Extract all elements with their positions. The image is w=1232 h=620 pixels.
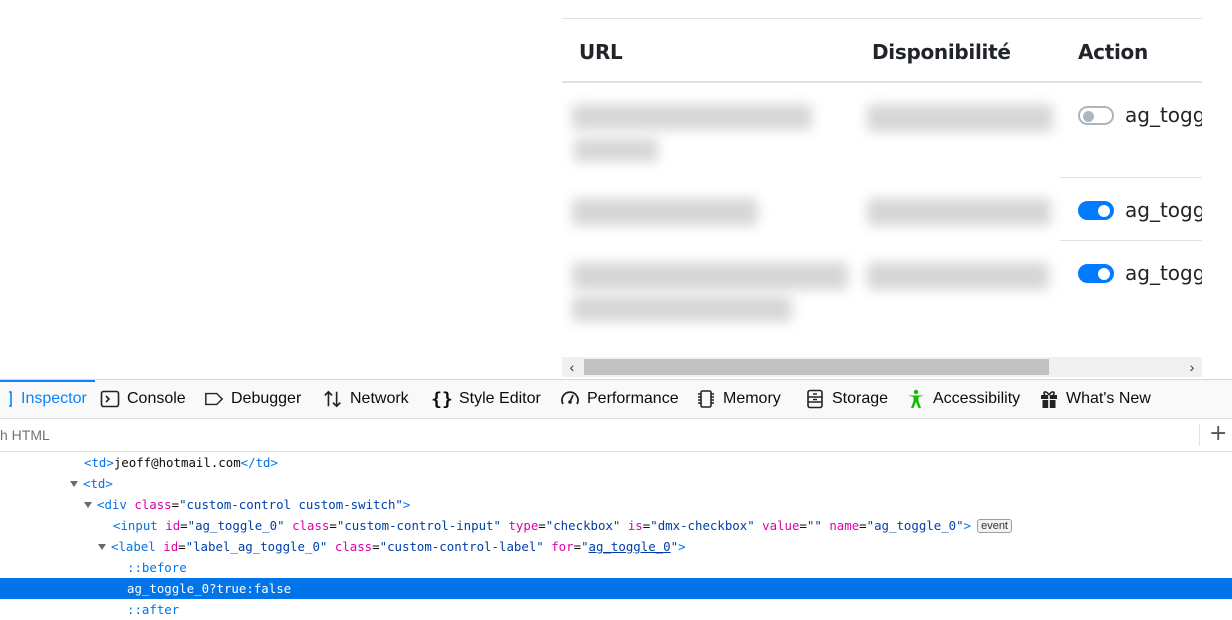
scroll-left-arrow[interactable]: ‹ — [562, 357, 582, 377]
expand-triangle-icon[interactable] — [98, 544, 106, 550]
tree-node-before-pseudo[interactable]: ::before — [0, 557, 1232, 578]
expand-triangle-icon[interactable] — [70, 481, 78, 487]
tab-accessibility[interactable]: Accessibility — [906, 380, 1020, 418]
tree-node-label[interactable]: <label id="label_ag_toggle_0" class="cus… — [0, 536, 1232, 557]
tab-label: Console — [127, 390, 186, 407]
blurred-url — [572, 104, 812, 130]
switch-knob — [1098, 267, 1110, 280]
tab-label: Style Editor — [459, 390, 541, 407]
search-html-placeholder[interactable]: h HTML — [0, 427, 50, 443]
column-header-disponibilite: Disponibilité — [872, 40, 1011, 64]
tab-network[interactable]: Network — [323, 380, 409, 418]
tab-whats-new[interactable]: What's New — [1039, 380, 1151, 418]
url-table: URL Disponibilité Action ag_togg ag_togg… — [562, 18, 1202, 378]
tab-inspector[interactable]: Inspector — [0, 380, 95, 418]
performance-icon — [560, 389, 580, 409]
tab-console[interactable]: Console — [100, 380, 186, 418]
column-header-url: URL — [579, 40, 623, 64]
tab-style-editor[interactable]: {} Style Editor — [431, 380, 541, 418]
table-top-border — [562, 18, 1202, 19]
tab-label: Storage — [832, 390, 889, 407]
tab-label: Inspector — [21, 390, 87, 407]
horizontal-scrollbar[interactable]: ‹ › — [562, 357, 1202, 377]
tree-node-td-email[interactable]: <td>jeoff@hotmail.com</td> — [0, 452, 1232, 473]
accessibility-icon — [906, 389, 926, 409]
for-attribute-link[interactable]: ag_toggle_0 — [589, 539, 671, 554]
tab-label: Performance — [587, 390, 679, 407]
blurred-availability — [867, 104, 1053, 132]
add-node-icon[interactable]: + — [1209, 422, 1227, 446]
tab-label: Network — [350, 390, 409, 407]
toggle-label-row-3[interactable]: ag_togg — [1125, 261, 1202, 285]
event-badge[interactable]: event — [977, 519, 1012, 533]
tab-debugger[interactable]: Debugger — [204, 380, 301, 418]
devtools-tabbar: Inspector Console Debugger Network {} St… — [0, 380, 1232, 419]
scrollbar-thumb[interactable] — [584, 359, 1049, 375]
row-divider — [1060, 240, 1202, 241]
column-header-action: Action — [1078, 40, 1148, 64]
tree-node-selected-text[interactable]: ag_toggle_0?true:false — [0, 578, 1232, 599]
tab-label: Accessibility — [933, 390, 1021, 407]
storage-icon — [805, 389, 825, 409]
toggle-label-row-1[interactable]: ag_togg — [1125, 103, 1202, 127]
debugger-icon — [204, 389, 224, 409]
toggle-switch-row-3[interactable] — [1078, 264, 1114, 283]
toggle-switch-row-2[interactable] — [1078, 201, 1114, 220]
switch-knob — [1098, 204, 1110, 217]
blurred-availability — [867, 262, 1049, 290]
inspector-icon — [0, 389, 14, 409]
tree-node-div-custom-switch[interactable]: <div class="custom-control custom-switch… — [0, 494, 1232, 515]
blurred-availability — [867, 198, 1051, 226]
memory-icon — [696, 389, 716, 409]
switch-knob — [1083, 110, 1094, 122]
blurred-url-wrap — [574, 138, 658, 162]
toggle-label-row-2[interactable]: ag_togg — [1125, 198, 1202, 222]
blurred-url-wrap — [572, 296, 792, 322]
html-search-bar[interactable]: h HTML + — [0, 419, 1232, 452]
blurred-url — [572, 198, 758, 226]
expand-triangle-icon[interactable] — [84, 502, 92, 508]
header-divider — [562, 81, 1202, 83]
row-divider — [1060, 177, 1202, 178]
tab-storage[interactable]: Storage — [805, 380, 888, 418]
tab-label: Debugger — [231, 390, 302, 407]
blurred-url — [572, 262, 848, 290]
style-editor-icon: {} — [431, 388, 453, 410]
tab-label: What's New — [1066, 390, 1151, 407]
toggle-switch-row-1[interactable] — [1078, 106, 1114, 125]
network-icon — [323, 389, 343, 409]
console-icon — [100, 389, 120, 409]
toolbar-separator — [1199, 424, 1200, 446]
tree-node-input[interactable]: <input id="ag_toggle_0" class="custom-co… — [0, 515, 1232, 536]
tree-node-td[interactable]: <td> — [0, 473, 1232, 494]
tab-memory[interactable]: Memory — [696, 380, 781, 418]
tab-performance[interactable]: Performance — [560, 380, 679, 418]
scroll-right-arrow[interactable]: › — [1182, 357, 1202, 377]
gift-icon — [1039, 389, 1059, 409]
devtools-panel: Inspector Console Debugger Network {} St… — [0, 379, 1232, 618]
tab-label: Memory — [723, 390, 781, 407]
